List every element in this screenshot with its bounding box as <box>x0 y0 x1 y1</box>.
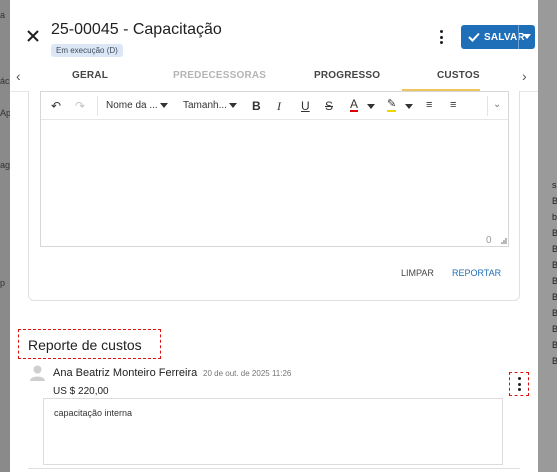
more-options-button[interactable] <box>434 28 448 46</box>
report-amount: US $ 220,00 <box>53 386 109 397</box>
clear-button[interactable]: LIMPAR <box>401 268 434 278</box>
save-dropdown-chevron-icon[interactable] <box>523 34 531 39</box>
close-icon <box>27 30 39 42</box>
report-button[interactable]: REPORTAR <box>452 268 501 278</box>
tab-custos[interactable]: CUSTOS <box>437 70 480 81</box>
report-comment: capacitação interna <box>43 398 503 465</box>
tab-predecessoras: PREDECESSORAS <box>173 70 267 81</box>
bold-icon[interactable]: B <box>252 99 261 113</box>
page-title: 25-00045 - Capacitação <box>51 21 222 38</box>
background-fragment: ác <box>0 76 10 86</box>
font-family-value: Nome da ... <box>106 100 158 111</box>
background-fragment: B <box>552 292 557 302</box>
background-fragment: B <box>552 324 557 334</box>
status-badge: Em execução (D) <box>51 44 123 57</box>
close-button[interactable] <box>24 27 42 45</box>
tabs-prev-icon[interactable]: ‹ <box>16 68 21 84</box>
background-fragment: sp <box>552 180 557 190</box>
background-fragment: B <box>552 308 557 318</box>
costs-content: ↶ ↷ Nome da ... Tamanh... B I U S A ✎ ≡ … <box>10 91 538 472</box>
check-icon <box>464 32 484 42</box>
section-title: Reporte de custos <box>18 329 161 359</box>
background-fragment: ag <box>0 160 11 170</box>
background-fragment: B <box>552 340 557 350</box>
background-fragment: B <box>552 196 557 206</box>
dot <box>517 377 521 380</box>
highlight-color-icon[interactable]: ✎ <box>387 99 397 112</box>
background-page-right: sp B bc B B B B B B B B B <box>538 0 557 472</box>
tab-geral[interactable]: GERAL <box>72 70 108 81</box>
dialog-header: 25-00045 - Capacitação Em execução (D) S… <box>10 0 538 60</box>
character-count: 0 <box>486 235 492 246</box>
background-fragment: B <box>552 228 557 238</box>
tabs-next-icon[interactable]: › <box>522 68 527 84</box>
background-fragment: bc <box>552 212 557 222</box>
cost-report-card: ↶ ↷ Nome da ... Tamanh... B I U S A ✎ ≡ … <box>28 91 520 301</box>
toolbar-divider <box>97 96 98 116</box>
background-fragment: a <box>0 10 6 20</box>
background-fragment: p <box>0 278 6 288</box>
background-fragment: B <box>552 244 557 254</box>
dot <box>439 35 443 39</box>
undo-icon[interactable]: ↶ <box>51 99 61 113</box>
report-more-options-button[interactable] <box>509 372 529 396</box>
background-fragment: B <box>552 276 557 286</box>
background-page-left: a ác Ap ag p <box>0 0 11 472</box>
dot <box>439 41 443 44</box>
numbered-list-icon[interactable]: ≡ <box>450 99 456 111</box>
tab-progresso[interactable]: PROGRESSO <box>314 70 380 81</box>
text-color-icon[interactable]: A <box>350 98 359 112</box>
save-button[interactable]: SALVAR <box>461 25 535 49</box>
cost-report-item: Ana Beatriz Monteiro Ferreira 20 de out.… <box>10 361 538 471</box>
chevron-down-icon <box>228 102 237 108</box>
chevron-down-icon[interactable] <box>405 104 413 109</box>
background-fragment: B <box>552 260 557 270</box>
dot <box>517 388 521 391</box>
chevron-down-icon[interactable] <box>367 104 375 109</box>
dot <box>439 30 443 33</box>
font-size-value: Tamanh... <box>183 100 227 111</box>
report-author: Ana Beatriz Monteiro Ferreira <box>53 367 198 379</box>
underline-icon[interactable]: U <box>301 99 310 113</box>
avatar-icon <box>30 365 45 381</box>
chevron-down-icon <box>159 102 168 108</box>
editor-toolbar: ↶ ↷ Nome da ... Tamanh... B I U S A ✎ ≡ … <box>41 92 508 120</box>
redo-icon[interactable]: ↷ <box>75 99 85 113</box>
toolbar-expand-chevron-icon[interactable]: ⌄ <box>493 99 501 110</box>
bullet-list-icon[interactable]: ≡ <box>426 99 432 111</box>
background-fragment: B <box>552 356 557 366</box>
dot <box>517 382 521 386</box>
strikethrough-icon[interactable]: S <box>325 99 333 113</box>
rich-text-editor[interactable]: ↶ ↷ Nome da ... Tamanh... B I U S A ✎ ≡ … <box>40 91 509 247</box>
resize-handle-icon[interactable] <box>501 238 507 244</box>
italic-icon[interactable]: I <box>277 99 281 114</box>
font-family-select[interactable]: Nome da ... <box>106 100 168 111</box>
report-date: 20 de out. de 2025 11:26 <box>203 369 292 378</box>
tab-bar: ‹ GERAL PREDECESSORAS PROGRESSO CUSTOS › <box>10 60 538 92</box>
divider <box>28 468 520 469</box>
split-divider <box>518 25 519 49</box>
toolbar-divider <box>487 96 488 116</box>
font-size-select[interactable]: Tamanh... <box>183 100 237 111</box>
task-dialog: 25-00045 - Capacitação Em execução (D) S… <box>10 0 538 472</box>
